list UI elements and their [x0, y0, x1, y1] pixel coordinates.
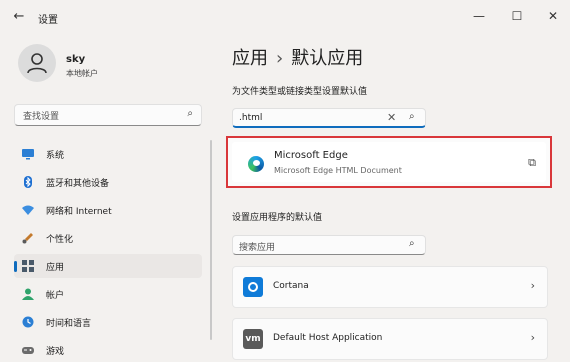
- sidebar-item-time-language[interactable]: 时间和语言: [14, 310, 202, 334]
- maximize-button[interactable]: ☐: [502, 6, 532, 26]
- open-external-icon[interactable]: ⧉: [528, 156, 536, 170]
- default-app-result[interactable]: Microsoft Edge Microsoft Edge HTML Docum…: [232, 142, 546, 182]
- sidebar-item-label: 蓝牙和其他设备: [46, 179, 110, 189]
- apps-icon: [22, 260, 34, 272]
- sidebar-item-bluetooth[interactable]: 蓝牙和其他设备: [14, 170, 202, 194]
- close-button[interactable]: ✕: [538, 6, 568, 26]
- clear-icon[interactable]: ✕: [387, 111, 396, 124]
- vm-icon: vm: [243, 329, 263, 349]
- sidebar-item-gaming[interactable]: 游戏: [14, 338, 202, 362]
- sidebar-scrollbar[interactable]: [210, 140, 212, 340]
- edge-icon: [248, 156, 264, 172]
- minimize-button[interactable]: —: [464, 6, 494, 26]
- window-title: 设置: [38, 15, 58, 26]
- search-value: .html: [239, 113, 263, 123]
- sidebar-item-personalization[interactable]: 个性化: [14, 226, 202, 250]
- sidebar-item-label: 系统: [46, 151, 65, 161]
- section-label: 为文件类型或链接类型设置默认值: [232, 87, 368, 97]
- person-icon: [27, 53, 47, 74]
- sidebar-item-network[interactable]: 网络和 Internet: [14, 198, 202, 222]
- file-type-search-input[interactable]: .html ✕ ⌕: [232, 108, 426, 128]
- breadcrumb-parent[interactable]: 应用: [232, 48, 268, 69]
- person-icon: [22, 288, 34, 300]
- app-row-cortana[interactable]: Cortana ›: [232, 266, 548, 308]
- app-name: Microsoft Edge: [274, 150, 348, 161]
- sidebar-item-label: 应用: [46, 263, 65, 273]
- search-icon[interactable]: ⌕: [409, 111, 415, 122]
- sidebar-item-label: 个性化: [46, 235, 74, 245]
- globe-clock-icon: [22, 316, 34, 328]
- account-type: 本地帐户: [66, 69, 98, 78]
- user-name: sky: [66, 54, 86, 65]
- monitor-icon: [22, 149, 34, 160]
- sidebar-item-label: 网络和 Internet: [46, 207, 112, 217]
- sidebar-item-label: 游戏: [46, 347, 65, 357]
- sidebar-item-accounts[interactable]: 帐户: [14, 282, 202, 306]
- app-search-input[interactable]: 搜索应用 ⌕: [232, 235, 426, 255]
- brush-icon: [22, 233, 33, 244]
- chevron-right-icon: ›: [276, 48, 284, 69]
- app-name: Default Host Application: [273, 333, 383, 343]
- sidebar-item-system[interactable]: 系统: [14, 142, 202, 166]
- chevron-right-icon: ›: [530, 331, 535, 344]
- section-label: 设置应用程序的默认值: [232, 213, 323, 223]
- avatar[interactable]: [18, 44, 56, 82]
- default-app-result-highlight: Microsoft Edge Microsoft Edge HTML Docum…: [226, 136, 552, 188]
- app-description: Microsoft Edge HTML Document: [274, 166, 402, 175]
- search-icon[interactable]: ⌕: [187, 108, 193, 119]
- sidebar-item-apps[interactable]: 应用: [14, 254, 202, 278]
- sidebar-item-label: 帐户: [46, 291, 65, 301]
- search-placeholder: 搜索应用: [239, 243, 276, 253]
- title-bar: ← 设置 — ☐ ✕: [0, 0, 570, 34]
- chevron-right-icon: ›: [530, 279, 535, 292]
- gamepad-icon: [22, 347, 34, 354]
- sidebar-item-label: 时间和语言: [46, 319, 92, 329]
- wifi-icon: [22, 205, 34, 215]
- app-name: Cortana: [273, 281, 309, 291]
- page-title: 默认应用: [291, 48, 364, 69]
- search-placeholder: 查找设置: [23, 112, 60, 122]
- app-row-default-host[interactable]: vm Default Host Application ›: [232, 318, 548, 360]
- breadcrumb: 应用 › 默认应用: [232, 44, 363, 70]
- cortana-icon: [243, 277, 263, 297]
- back-button[interactable]: ←: [8, 8, 30, 26]
- search-icon[interactable]: ⌕: [409, 238, 415, 249]
- active-indicator: [14, 261, 17, 272]
- bluetooth-icon: [24, 176, 32, 188]
- settings-search-input[interactable]: 查找设置 ⌕: [14, 104, 202, 126]
